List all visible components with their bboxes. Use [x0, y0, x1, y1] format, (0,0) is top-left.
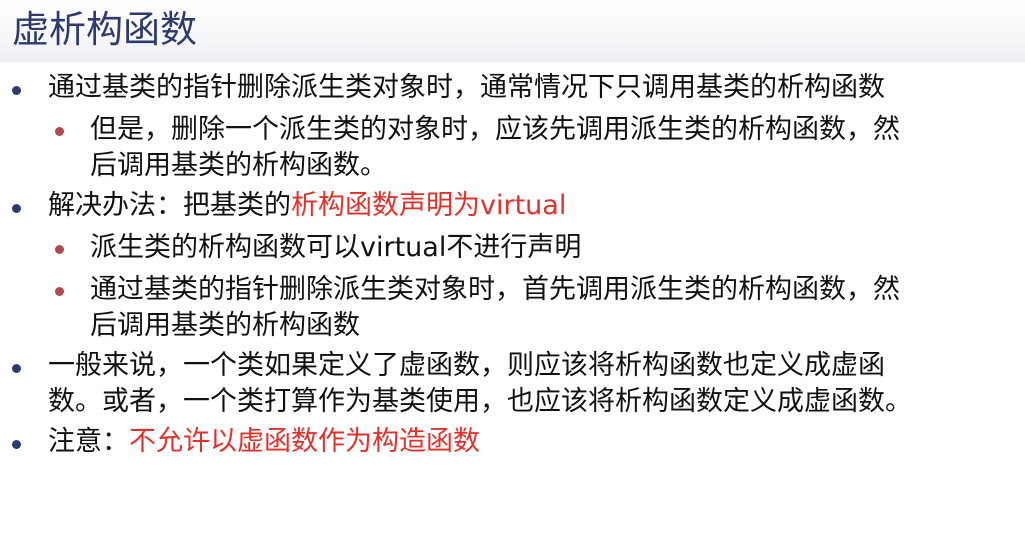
- title-bar: 虚析构函数: [0, 0, 1025, 62]
- bullet-item: 通过基类的指针删除派生类对象时，通常情况下只调用基类的析构函数: [0, 70, 1025, 106]
- sub-bullet-dot-icon: [55, 127, 64, 136]
- slide-title: 虚析构函数: [12, 8, 197, 51]
- sub-bullet-text: 派生类的析构函数可以virtual不进行声明: [90, 232, 582, 263]
- bullet-text-highlight: 不允许以虚函数作为构造函数: [129, 426, 480, 457]
- bullet-text-plain: 解决办法：把基类的: [48, 190, 291, 221]
- bullet-item: 注意：不允许以虚函数作为构造函数: [0, 424, 1025, 460]
- sub-bullet-item: 通过基类的指针删除派生类对象时，首先调用派生类的析构函数，然后调用基类的析构函数: [0, 272, 1025, 344]
- sub-bullet-item: 派生类的析构函数可以virtual不进行声明: [0, 230, 1025, 266]
- bullet-dot-icon: [12, 86, 21, 95]
- sub-bullet-dot-icon: [55, 245, 64, 254]
- bullet-dot-icon: [12, 364, 21, 373]
- bullet-dot-icon: [12, 440, 21, 449]
- bullet-list: 通过基类的指针删除派生类对象时，通常情况下只调用基类的析构函数 但是，删除一个派…: [0, 66, 1025, 460]
- bullet-text: 一般来说，一个类如果定义了虚函数，则应该将析构函数也定义成虚函数。或者，一个类打…: [48, 350, 912, 417]
- bullet-text-highlight: 析构函数声明为virtual: [291, 190, 567, 221]
- bullet-item: 一般来说，一个类如果定义了虚函数，则应该将析构函数也定义成虚函数。或者，一个类打…: [0, 348, 1025, 420]
- slide: 虚析构函数 通过基类的指针删除派生类对象时，通常情况下只调用基类的析构函数 但是…: [0, 0, 1025, 546]
- sub-bullet-text: 但是，删除一个派生类的对象时，应该先调用派生类的析构函数，然后调用基类的析构函数…: [90, 114, 900, 181]
- bullet-dot-icon: [12, 204, 21, 213]
- bullet-text-plain: 注意：: [48, 426, 129, 457]
- sub-bullet-item: 但是，删除一个派生类的对象时，应该先调用派生类的析构函数，然后调用基类的析构函数…: [0, 112, 1025, 184]
- bullet-text: 通过基类的指针删除派生类对象时，通常情况下只调用基类的析构函数: [48, 72, 885, 103]
- sub-bullet-text: 通过基类的指针删除派生类对象时，首先调用派生类的析构函数，然后调用基类的析构函数: [90, 274, 900, 341]
- bullet-text: 解决办法：把基类的析构函数声明为virtual: [48, 188, 928, 224]
- bullet-text: 注意：不允许以虚函数作为构造函数: [48, 424, 928, 460]
- sub-bullet-dot-icon: [55, 287, 64, 296]
- bullet-item: 解决办法：把基类的析构函数声明为virtual: [0, 188, 1025, 224]
